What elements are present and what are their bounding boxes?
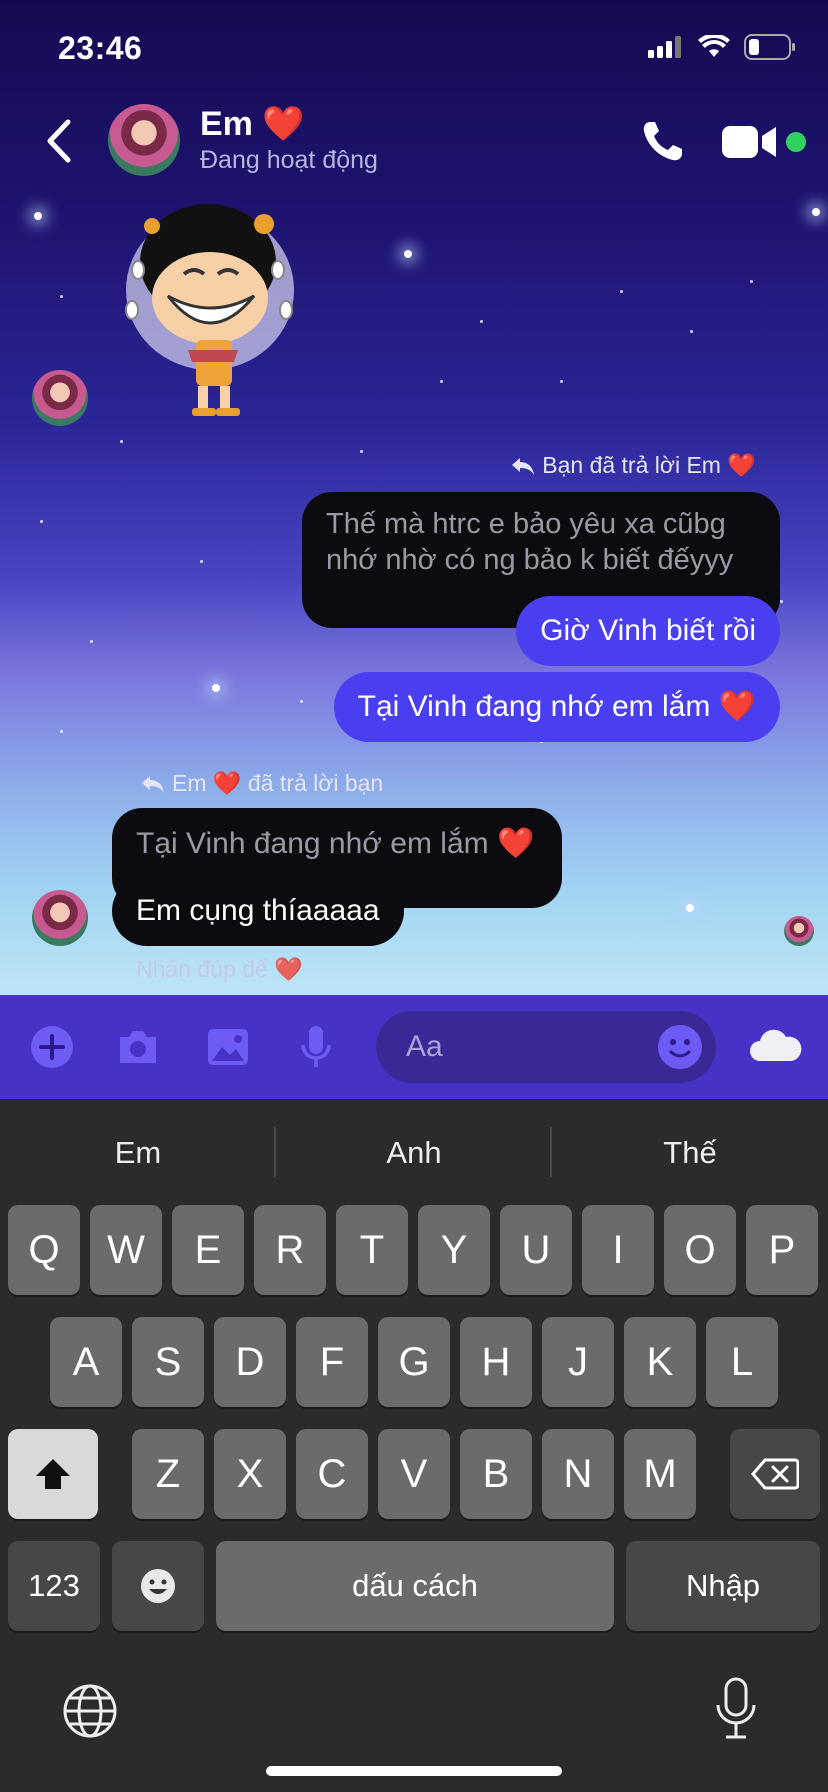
back-chevron-icon[interactable] [40,116,80,166]
chat-header: Em ❤️ Đang hoạt động [0,96,828,186]
cloud-icon[interactable] [748,1025,802,1065]
key-n[interactable]: N [542,1429,614,1519]
key-y[interactable]: Y [418,1205,490,1295]
incoming-reply-note: Em ❤️ đã trả lời bạn [140,770,383,797]
emoji-icon [141,1569,175,1603]
space-key[interactable]: dấu cách [216,1541,614,1631]
home-indicator[interactable] [266,1766,562,1776]
key-l[interactable]: L [706,1317,778,1407]
globe-icon[interactable] [62,1683,118,1739]
key-z[interactable]: Z [132,1429,204,1519]
key-f[interactable]: F [296,1317,368,1407]
composer-bar: Aa [0,995,828,1099]
status-icons [648,34,796,60]
key-p[interactable]: P [746,1205,818,1295]
key-a[interactable]: A [50,1317,122,1407]
backspace-icon [751,1458,799,1490]
dictation-mic-icon[interactable] [714,1677,758,1741]
key-o[interactable]: O [664,1205,736,1295]
video-call-icon[interactable] [722,122,778,162]
key-g[interactable]: G [378,1317,450,1407]
key-v[interactable]: V [378,1429,450,1519]
seen-avatar [784,916,814,946]
key-i[interactable]: I [582,1205,654,1295]
image-icon[interactable] [204,1023,252,1071]
numbers-key[interactable]: 123 [8,1541,100,1631]
sender-avatar[interactable] [32,890,88,946]
suggestion-3[interactable]: Thế [552,1135,828,1171]
outgoing-message-bubble[interactable]: Giờ Vinh biết rồi [516,596,780,666]
outgoing-reply-note: Bạn đã trả lời Em ❤️ [510,452,756,479]
contact-name[interactable]: Em ❤️ [200,104,305,144]
suggestion-1[interactable]: Em [0,1135,276,1171]
key-r[interactable]: R [254,1205,326,1295]
key-x[interactable]: X [214,1429,286,1519]
incoming-message-bubble[interactable]: Em cụng thíaaaaa [112,876,404,946]
shift-arrow-icon [36,1459,70,1489]
key-k[interactable]: K [624,1317,696,1407]
active-status-dot [786,132,806,152]
key-w[interactable]: W [90,1205,162,1295]
return-key[interactable]: Nhập [626,1541,820,1631]
microphone-icon[interactable] [292,1023,340,1071]
camera-icon[interactable] [114,1023,162,1071]
key-s[interactable]: S [132,1317,204,1407]
signal-icon [648,36,681,58]
key-e[interactable]: E [172,1205,244,1295]
sender-avatar[interactable] [32,370,88,426]
key-h[interactable]: H [460,1317,532,1407]
laughing-sticker[interactable] [118,200,318,425]
contact-avatar[interactable] [108,104,180,176]
messenger-screen: 23:46 Em ❤️ Đang hoạt động Bạn đã trả lờ… [0,0,828,1792]
key-q[interactable]: Q [8,1205,80,1295]
key-b[interactable]: B [460,1429,532,1519]
suggestion-2[interactable]: Anh [276,1135,552,1171]
status-time: 23:46 [58,30,143,66]
battery-icon [744,34,795,60]
smiley-icon[interactable] [656,1023,704,1071]
key-c[interactable]: C [296,1429,368,1519]
key-d[interactable]: D [214,1317,286,1407]
shift-key[interactable] [8,1429,98,1519]
keyboard: Em Anh Thế Q W E R T Y U I O P A S D F G… [0,1099,828,1792]
key-j[interactable]: J [542,1317,614,1407]
outgoing-reply-note-text: Bạn đã trả lời Em ❤️ [542,452,756,478]
reply-arrow-icon [512,457,535,475]
contact-status: Đang hoạt động [200,146,378,174]
phone-call-icon[interactable] [640,118,686,164]
key-t[interactable]: T [336,1205,408,1295]
message-input-placeholder: Aa [406,1030,443,1063]
emoji-key[interactable] [112,1541,204,1631]
key-u[interactable]: U [500,1205,572,1295]
reply-arrow-icon [142,775,164,793]
wifi-icon [698,35,730,57]
nickname-hint: Nhấn đúp để ❤️ [136,956,303,982]
delete-key[interactable] [730,1429,820,1519]
key-m[interactable]: M [624,1429,696,1519]
incoming-reply-note-text: Em ❤️ đã trả lời bạn [172,770,384,796]
plus-icon[interactable] [28,1023,76,1071]
outgoing-message-bubble[interactable]: Tại Vinh đang nhớ em lắm ❤️ [333,672,780,742]
